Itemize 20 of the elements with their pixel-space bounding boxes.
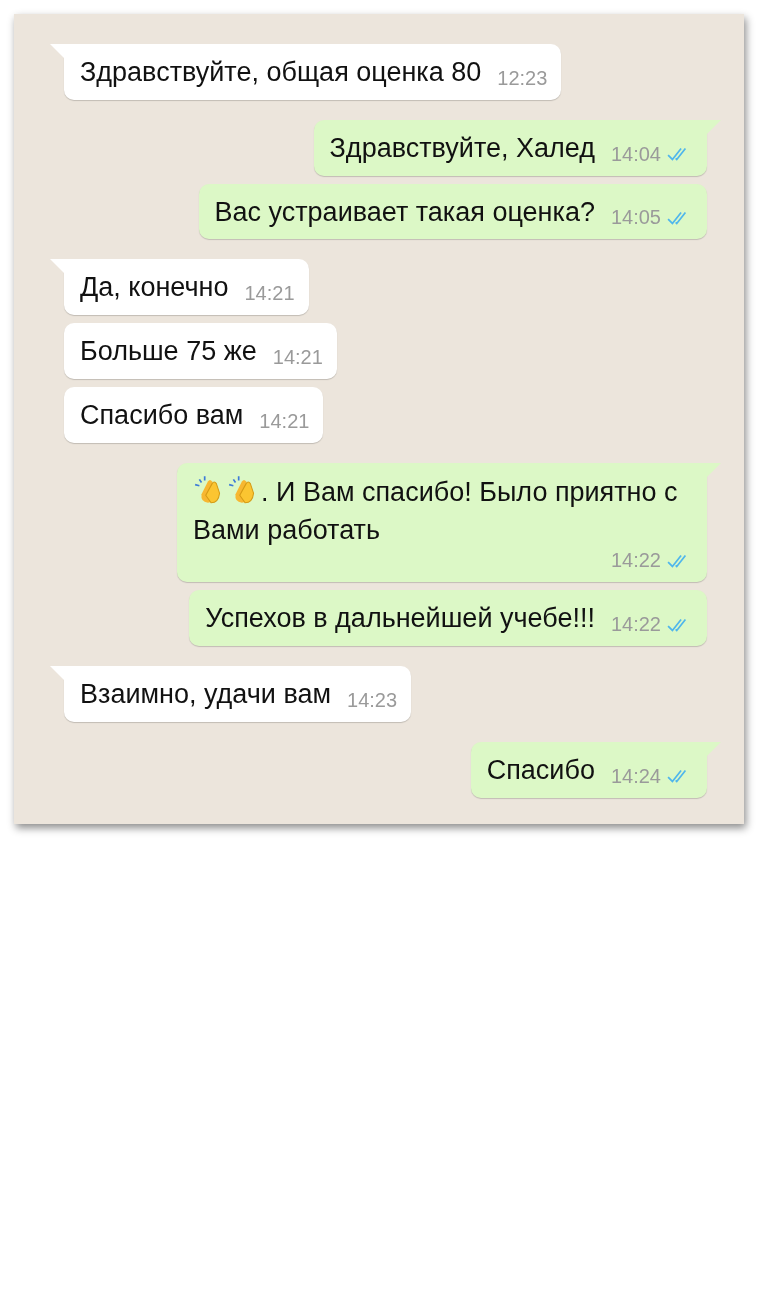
message-text: Больше 75 же <box>80 335 257 369</box>
message-time: 14:05 <box>610 206 661 230</box>
message-time: 12:23 <box>497 66 548 90</box>
message-time: 14:23 <box>347 688 398 712</box>
message-time: 14:22 <box>610 549 661 573</box>
message-time: 14:04 <box>610 142 661 166</box>
message-text: . И Вам спасибо! Было приятно с Вами работать <box>193 472 693 550</box>
message-text: Спасибо вам <box>80 399 244 432</box>
message-time: 14:21 <box>272 346 323 369</box>
message-text: Спасибо <box>486 753 595 787</box>
message-text: Да, конечно <box>80 271 229 305</box>
message-time: 14:21 <box>259 409 310 433</box>
message-time: 14:21 <box>244 282 295 306</box>
message-time: 14:24 <box>610 764 661 788</box>
message-text: Здравствуйте, общая оценка 80 <box>80 56 482 89</box>
message-text: Здравствуйте, Халед <box>329 131 595 165</box>
message-text: Вас устраивает такая оценка? <box>214 195 595 229</box>
message-time: 14:22 <box>610 613 661 637</box>
message-text: Успехов в дальнейшей учебе!!! <box>205 602 595 636</box>
message-text: Взаимно, удачи вам <box>80 678 332 712</box>
